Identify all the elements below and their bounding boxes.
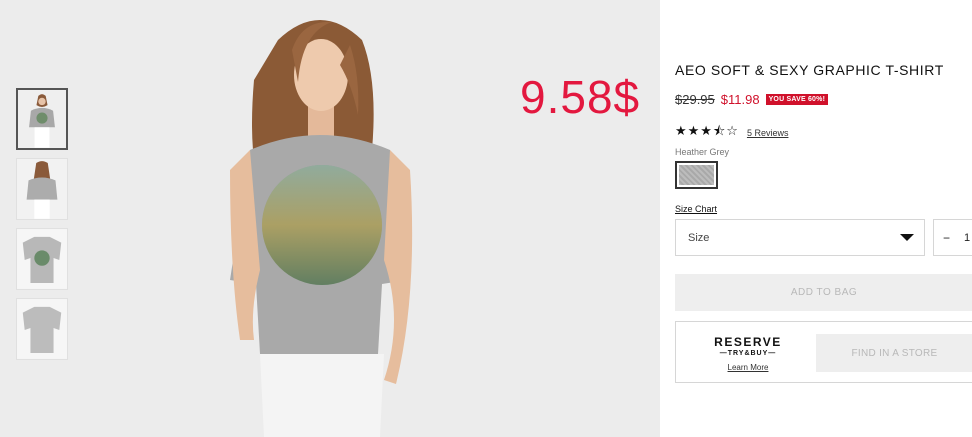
product-image-gallery: 9.58$ — [0, 0, 660, 437]
thumbnail-flat-front-image — [17, 229, 67, 289]
main-product-image — [190, 0, 450, 437]
color-name: Heather Grey — [675, 147, 730, 157]
thumbnail-list — [16, 88, 68, 368]
thumbnail-front[interactable] — [16, 88, 68, 150]
add-to-bag-button[interactable]: ADD TO BAG — [675, 274, 972, 311]
reserve-logo: RESERVE —TRY&BUY— Learn More — [710, 335, 786, 375]
color-swatch-heather-grey[interactable] — [675, 161, 718, 189]
size-chart-link[interactable]: Size Chart — [675, 204, 717, 214]
thumbnail-back[interactable] — [16, 158, 68, 220]
find-in-store-button[interactable]: FIND IN A STORE — [816, 334, 972, 372]
price-row: $29.95 $11.98 YOU SAVE 60%! — [675, 92, 829, 107]
star-rating-icon: ★★★⯪☆ — [675, 124, 739, 139]
reserve-title: RESERVE — [714, 335, 782, 349]
rating-row: ★★★⯪☆ 5 Reviews — [675, 122, 788, 144]
swatch-fill — [679, 165, 714, 185]
thumbnail-flat-back-image — [17, 299, 67, 359]
size-dropdown[interactable]: Size — [675, 219, 925, 256]
thumbnail-back-image — [17, 159, 67, 219]
reserve-subtitle: —TRY&BUY— — [719, 350, 777, 357]
discount-badge: YOU SAVE 60%! — [765, 94, 829, 105]
thumbnail-flat-back[interactable] — [16, 298, 68, 360]
chevron-down-icon — [900, 234, 914, 241]
quantity-decrease-button[interactable]: − — [943, 231, 950, 245]
reviews-link[interactable]: 5 Reviews — [747, 128, 789, 138]
product-details-panel: AEO SOFT & SEXY GRAPHIC T-SHIRT $29.95 $… — [675, 0, 972, 437]
size-dropdown-label: Size — [688, 231, 710, 244]
learn-more-link[interactable]: Learn More — [728, 363, 769, 372]
quantity-value: 1 — [964, 231, 971, 244]
sale-price: $11.98 — [720, 92, 760, 107]
overlay-price-text: 9.58$ — [520, 71, 641, 123]
thumbnail-flat-front[interactable] — [16, 228, 68, 290]
model-figure-image — [230, 20, 413, 437]
original-price: $29.95 — [675, 92, 715, 107]
thumbnail-front-image — [18, 90, 66, 148]
reserve-try-buy-box: RESERVE —TRY&BUY— Learn More FIND IN A S… — [675, 321, 972, 383]
product-title: AEO SOFT & SEXY GRAPHIC T-SHIRT — [675, 62, 944, 78]
quantity-stepper[interactable]: − 1 — [933, 219, 972, 256]
